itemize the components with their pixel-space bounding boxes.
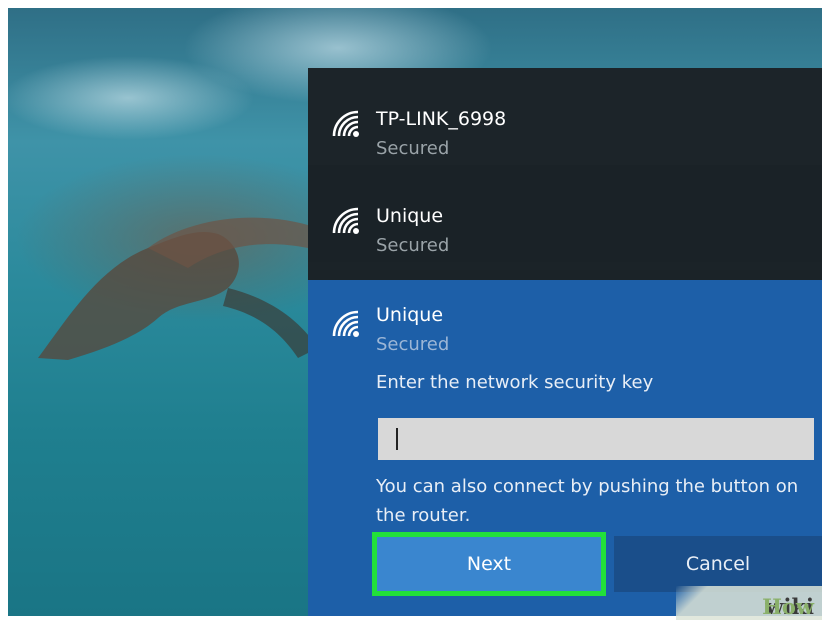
network-name: TP-LINK_6998: [376, 108, 507, 130]
network-item-tp-link[interactable]: TP-LINK_6998 Secured: [308, 68, 822, 165]
network-item-unique[interactable]: Unique Secured: [308, 165, 822, 262]
selected-network-status: Secured: [376, 334, 450, 355]
text-caret: [396, 428, 398, 450]
security-key-label: Enter the network security key: [376, 372, 654, 393]
list-divider: [308, 262, 822, 280]
next-button[interactable]: Next: [372, 532, 606, 596]
cancel-button[interactable]: Cancel: [614, 536, 822, 592]
wifi-flyout: TP-LINK_6998 Secured Unique Secured Uniq…: [308, 68, 822, 616]
security-key-input[interactable]: [378, 418, 814, 460]
wikihow-watermark: wiki How: [676, 586, 822, 620]
network-name: Unique: [376, 205, 444, 227]
wifi-icon: [332, 110, 359, 137]
network-status: Secured: [376, 235, 450, 256]
watermark-part2: How: [762, 594, 814, 619]
network-status: Secured: [376, 138, 450, 159]
selected-network-panel[interactable]: Unique Secured Enter the network securit…: [308, 280, 822, 616]
desktop-background: TP-LINK_6998 Secured Unique Secured Uniq…: [8, 8, 822, 616]
selected-network-name: Unique: [376, 304, 444, 326]
wifi-icon: [332, 310, 359, 337]
wifi-icon: [332, 207, 359, 234]
wps-hint-text: You can also connect by pushing the butt…: [376, 476, 799, 526]
swimmer-photo: [38, 217, 318, 360]
